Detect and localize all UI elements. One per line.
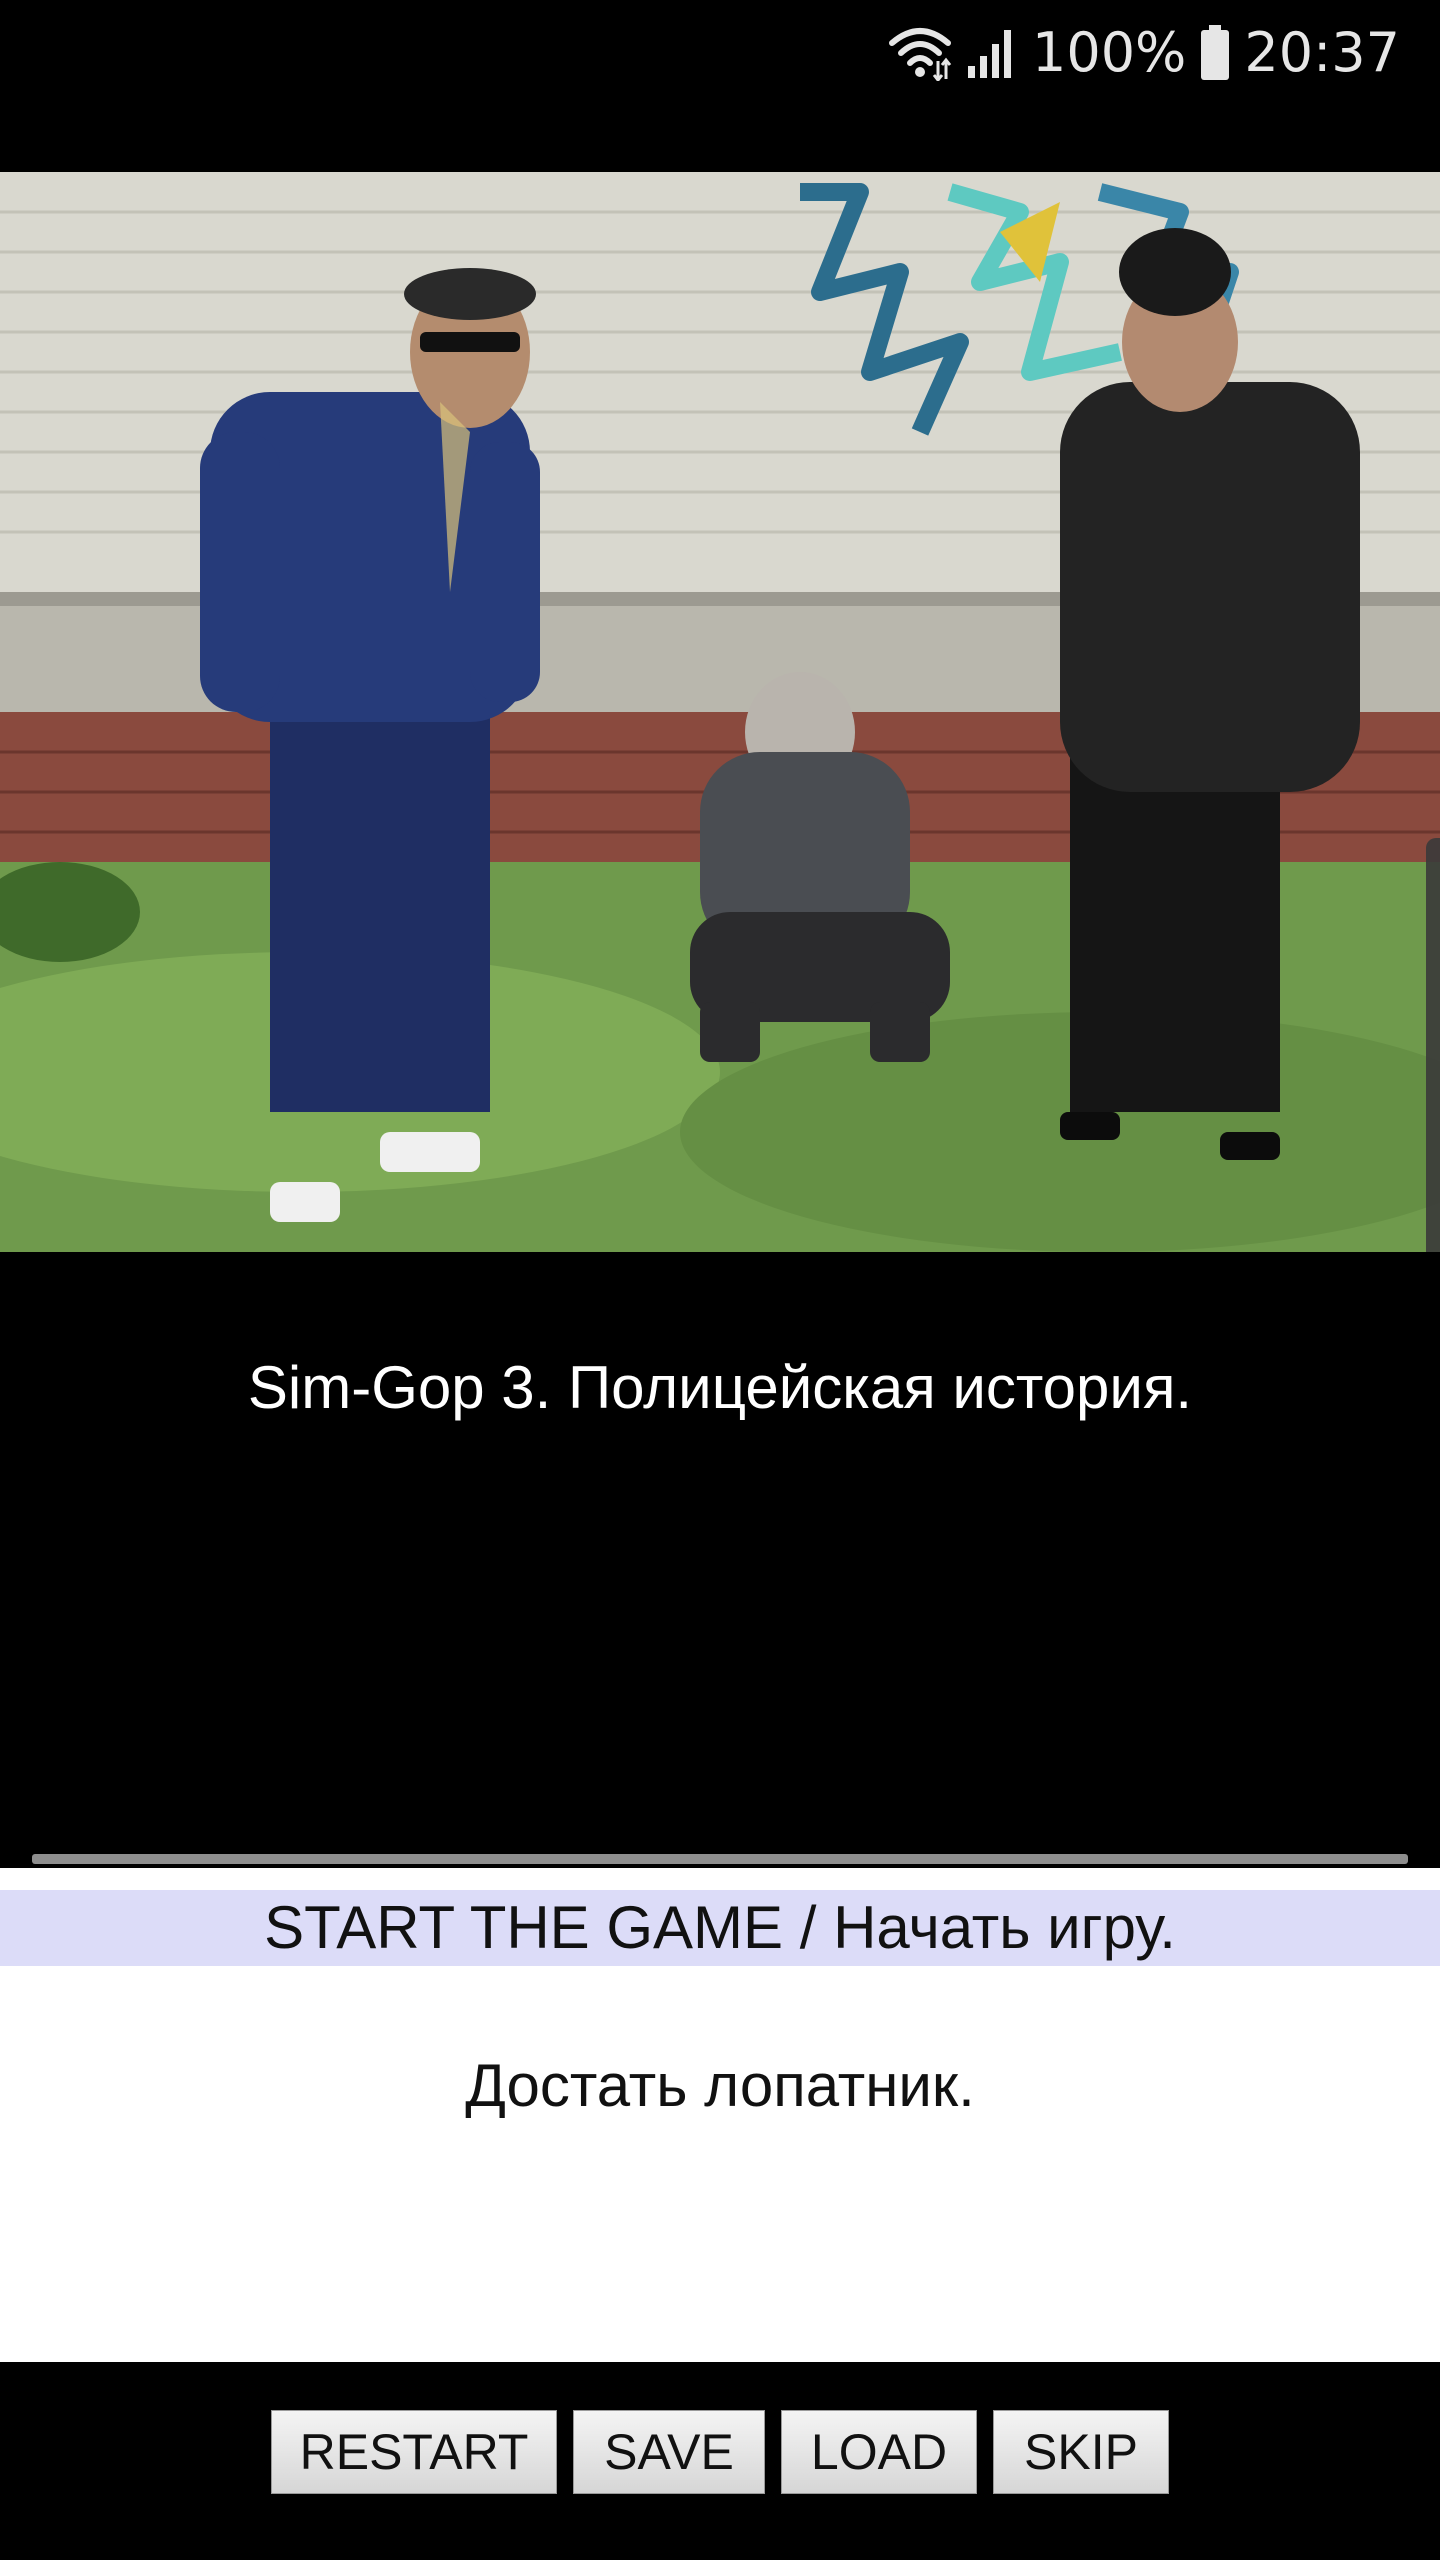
story-scrollbar[interactable] [32, 1854, 1408, 1864]
choice-start-game[interactable]: START THE GAME / Начать игру. [0, 1890, 1440, 1966]
signal-icon [966, 28, 1018, 78]
story-text: Sim-Gop 3. Полицейская история. [247, 1354, 1193, 1421]
status-icons: 100% 20:37 [888, 18, 1400, 88]
load-button[interactable]: LOAD [781, 2410, 977, 2494]
game-screen: 100% 20:37 Sim-Gop 3. Полицейская истори… [0, 0, 1440, 2560]
status-bar: 100% 20:37 [0, 0, 1440, 172]
scene-image [0, 172, 1440, 1252]
battery-percent: 100% [1031, 21, 1187, 84]
skip-button[interactable]: SKIP [993, 2410, 1169, 2494]
restart-button[interactable]: RESTART [271, 2410, 557, 2494]
clock: 20:37 [1244, 21, 1400, 84]
wifi-icon [888, 25, 952, 81]
choice-get-wallet[interactable]: Достать лопатник. [0, 2046, 1440, 2126]
battery-icon [1200, 25, 1230, 81]
choice-list: START THE GAME / Начать игру. Достать ло… [0, 1868, 1440, 2362]
story-panel: Sim-Gop 3. Полицейская история. [0, 1252, 1440, 1864]
bottom-toolbar: RESTART SAVE LOAD SKIP [0, 2362, 1440, 2560]
save-button[interactable]: SAVE [573, 2410, 765, 2494]
button-row: RESTART SAVE LOAD SKIP [0, 2410, 1440, 2494]
